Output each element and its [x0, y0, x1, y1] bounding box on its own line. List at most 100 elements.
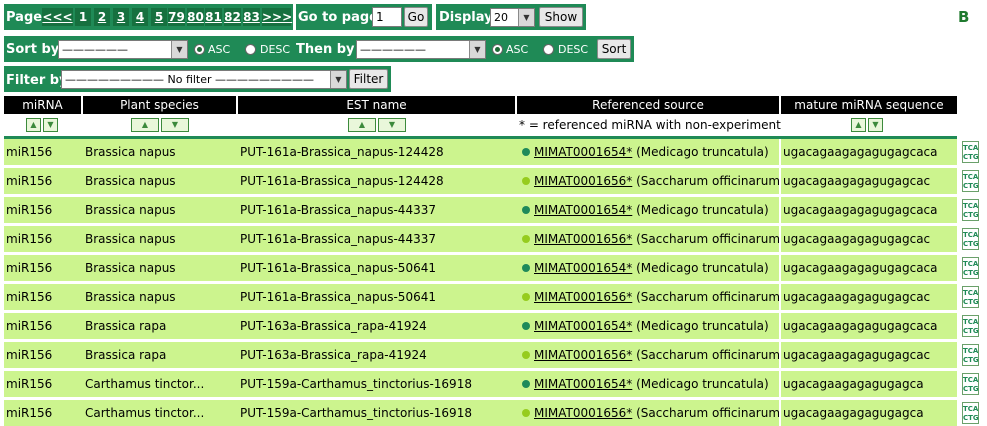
cell-mirna: miR156 — [4, 371, 83, 397]
mirbase-link[interactable]: MIMAT0001654* — [534, 145, 632, 159]
page-link-current[interactable]: 1 — [75, 8, 91, 26]
sequence-file-icon[interactable]: TCA CTG — [962, 315, 979, 337]
asc-radio[interactable] — [194, 44, 205, 55]
page-link[interactable]: 2 — [94, 8, 110, 26]
display-count-select[interactable]: 20 ▼ — [490, 8, 535, 27]
reference-organism: (Medicago truncatula) — [636, 261, 769, 275]
cell-mature-sequence: ugacagaagagagugagcaca — [781, 313, 957, 339]
page-label: Page — [6, 10, 43, 25]
table-row: miR156 Brassica napus PUT-161a-Brassica_na… — [4, 168, 957, 194]
page-link[interactable]: 80 — [187, 8, 204, 26]
icon-text: CTG — [963, 327, 979, 335]
sequence-file-icon[interactable]: TCA CTG — [962, 257, 979, 279]
table-row: miR156 Brassica napus PUT-161a-Brassica_na… — [4, 226, 957, 252]
reference-organism: (Saccharum officinarum) — [636, 348, 779, 362]
sort-desc-icon[interactable]: ▼ — [868, 118, 883, 132]
icon-text: TCA — [963, 289, 979, 297]
status-dot-icon — [522, 293, 530, 301]
mirbase-link[interactable]: MIMAT0001656* — [534, 348, 632, 362]
sort-asc-icon[interactable]: ▲ — [851, 118, 866, 132]
cell-mature-sequence: ugacagaagagagugagcaca — [781, 139, 957, 165]
header-mirna: miRNA — [4, 96, 81, 114]
sequence-file-icon[interactable]: TCA CTG — [962, 141, 979, 163]
cell-referenced-source: MIMAT0001656* (Saccharum officinarum) — [517, 226, 779, 252]
header-plant-species: Plant species — [83, 96, 236, 114]
page-link[interactable]: 81 — [205, 8, 222, 26]
cell-mirna: miR156 — [4, 400, 83, 426]
sequence-file-icon[interactable]: TCA CTG — [962, 286, 979, 308]
show-button[interactable]: Show — [539, 7, 583, 27]
sort-asc-icon[interactable]: ▲ — [26, 118, 41, 132]
then-by-label: Then by — [296, 42, 355, 57]
sort-field-select[interactable]: —————— ▼ — [58, 40, 188, 59]
cell-mature-sequence: ugacagaagagagugagca — [781, 400, 957, 426]
page-link[interactable]: 83 — [243, 8, 260, 26]
icon-text: CTG — [963, 298, 979, 306]
cell-mirna: miR156 — [4, 342, 83, 368]
sequence-file-icon[interactable]: TCA CTG — [962, 199, 979, 221]
page-link[interactable]: 3 — [113, 8, 129, 26]
cell-mirna: miR156 — [4, 197, 83, 223]
goto-page-input[interactable]: 1 — [372, 7, 402, 27]
header-referenced-source: Referenced source — [517, 96, 779, 114]
cell-mature-sequence: ugacagaagagagugagca — [781, 371, 957, 397]
sort-button[interactable]: Sort — [597, 39, 631, 59]
filter-button[interactable]: Filter — [349, 69, 388, 89]
sort-desc-icon[interactable]: ▼ — [161, 118, 189, 132]
first-page-link[interactable]: <<< — [42, 8, 73, 26]
mirbase-link[interactable]: MIMAT0001654* — [534, 261, 632, 275]
goto-bar: Go to page 1 Go — [296, 4, 432, 30]
mirbase-link[interactable]: MIMAT0001656* — [534, 232, 632, 246]
sequence-file-icon[interactable]: TCA CTG — [962, 228, 979, 250]
page-link[interactable]: 79 — [168, 8, 185, 26]
then-desc-radio[interactable] — [543, 44, 554, 55]
sort-desc-icon[interactable]: ▼ — [43, 118, 58, 132]
mirbase-link[interactable]: MIMAT0001656* — [534, 406, 632, 420]
filter-label: Filter by — [6, 73, 68, 88]
table-row: miR156 Brassica napus PUT-161a-Brassica_na… — [4, 139, 957, 165]
go-button[interactable]: Go — [404, 7, 428, 27]
icon-text: CTG — [963, 211, 979, 219]
mirbase-link[interactable]: MIMAT0001654* — [534, 377, 632, 391]
cell-referenced-source: MIMAT0001654* (Medicago truncatula) — [517, 255, 779, 281]
last-page-link[interactable]: >>> — [262, 8, 292, 26]
cell-mature-sequence: ugacagaagagagugagcaca — [781, 255, 957, 281]
filter-select[interactable]: ————————— No filter ————————— ▼ — [61, 70, 347, 89]
cell-mirna: miR156 — [4, 255, 83, 281]
sort-asc-icon[interactable]: ▲ — [131, 118, 159, 132]
mirbase-link[interactable]: MIMAT0001654* — [534, 319, 632, 333]
sequence-file-icon[interactable]: TCA CTG — [962, 373, 979, 395]
cell-est-name: PUT-161a-Brassica_napus-50641 — [238, 284, 517, 310]
page-link[interactable]: 82 — [224, 8, 241, 26]
mirbase-link[interactable]: MIMAT0001656* — [534, 174, 632, 188]
sequence-file-icon[interactable]: TCA CTG — [962, 344, 979, 366]
table-row: miR156 Brassica napus PUT-161a-Brassica_na… — [4, 197, 957, 223]
page-link[interactable]: 4 — [132, 8, 148, 26]
mirbase-link[interactable]: MIMAT0001656* — [534, 290, 632, 304]
icon-text: CTG — [963, 153, 979, 161]
cell-mirna: miR156 — [4, 313, 83, 339]
icon-text: TCA — [963, 202, 979, 210]
sort-label: Sort by — [6, 42, 60, 57]
reference-note: * = referenced miRNA with non-experiment — [519, 118, 781, 132]
reference-organism: (Medicago truncatula) — [636, 377, 769, 391]
cell-referenced-source: MIMAT0001654* (Medicago truncatula) — [517, 313, 779, 339]
sequence-file-icon[interactable]: TCA CTG — [962, 402, 979, 424]
reference-organism: (Saccharum officinarum) — [636, 290, 779, 304]
sequence-file-icon[interactable]: TCA CTG — [962, 170, 979, 192]
page-link[interactable]: 5 — [151, 8, 167, 26]
reference-organism: (Medicago truncatula) — [636, 203, 769, 217]
mirbase-link[interactable]: MIMAT0001654* — [534, 203, 632, 217]
asc-label: ASC — [208, 43, 231, 56]
sort-desc-icon[interactable]: ▼ — [378, 118, 406, 132]
then-asc-radio[interactable] — [492, 44, 503, 55]
then-sort-field-select[interactable]: —————— ▼ — [356, 40, 486, 59]
status-dot-icon — [522, 351, 530, 359]
sort-asc-icon[interactable]: ▲ — [348, 118, 376, 132]
reference-organism: (Saccharum officinarum) — [636, 406, 779, 420]
desc-label: DESC — [260, 43, 291, 56]
desc-radio[interactable] — [245, 44, 256, 55]
status-dot-icon — [522, 322, 530, 330]
cell-mature-sequence: ugacagaagagagugagcac — [781, 284, 957, 310]
icon-text: TCA — [963, 405, 979, 413]
